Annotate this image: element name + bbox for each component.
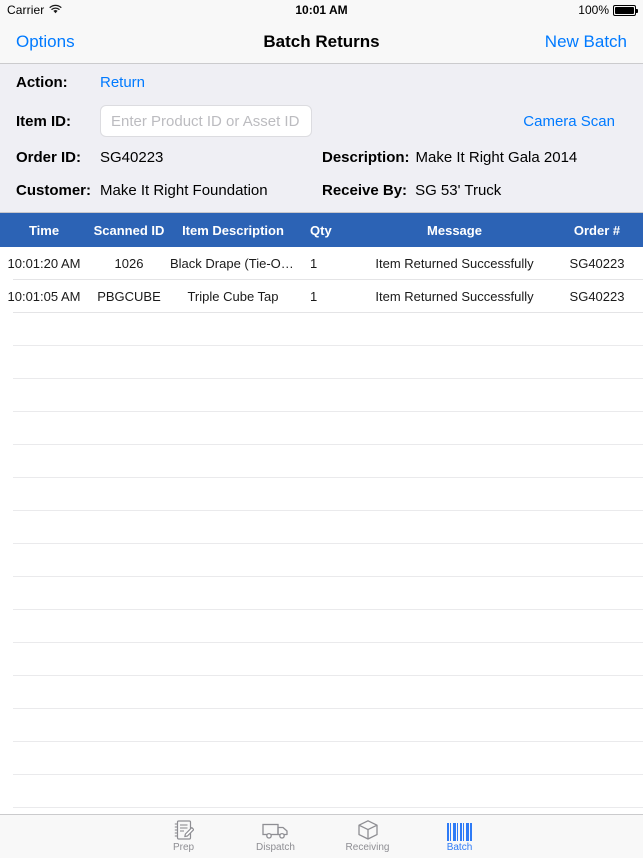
battery-full-icon xyxy=(613,4,638,16)
cell-scanned-id: PBGCUBE xyxy=(97,289,161,304)
tab-dispatch[interactable]: Dispatch xyxy=(230,815,322,858)
column-header-order[interactable]: Order # xyxy=(551,223,643,238)
status-bar-clock: 10:01 AM xyxy=(295,3,348,17)
description-value: Make It Right Gala 2014 xyxy=(415,149,578,166)
item-id-label: Item ID: xyxy=(16,112,72,130)
table-row-empty xyxy=(0,313,643,346)
column-header-item-description[interactable]: Item Description xyxy=(170,223,296,238)
table-row-empty xyxy=(0,346,643,379)
receive-by-value: SG 53' Truck xyxy=(415,182,502,199)
wifi-icon xyxy=(49,3,62,17)
table-row[interactable]: 10:01:20 AM 1026 Black Drape (Tie-On) -…… xyxy=(0,247,643,280)
new-batch-button[interactable]: New Batch xyxy=(543,28,629,56)
table-row-empty xyxy=(0,445,643,478)
tab-batch[interactable]: Batch xyxy=(414,815,506,858)
truck-icon xyxy=(261,819,290,841)
action-value-button[interactable]: Return xyxy=(100,74,145,91)
tab-label-receiving: Receiving xyxy=(345,842,390,853)
status-bar-right: 100% xyxy=(578,3,638,17)
cell-qty: 1 xyxy=(310,289,318,304)
table-row-empty xyxy=(0,478,643,511)
cell-order: SG40223 xyxy=(569,289,625,304)
description-label: Description: xyxy=(322,149,410,166)
action-row: Action: Return xyxy=(16,74,145,91)
table-row-empty xyxy=(0,412,643,445)
table-row-empty xyxy=(0,379,643,412)
column-header-scanned-id[interactable]: Scanned ID xyxy=(88,223,170,238)
column-header-message[interactable]: Message xyxy=(358,223,551,238)
order-id-value: SG40223 xyxy=(100,149,164,166)
column-header-qty[interactable]: Qty xyxy=(296,223,358,238)
options-button[interactable]: Options xyxy=(14,28,77,56)
status-bar: Carrier 10:01 AM 100% xyxy=(0,0,643,20)
cell-scanned-id: 1026 xyxy=(114,256,144,271)
tab-label-dispatch: Dispatch xyxy=(256,842,295,853)
table-row-empty xyxy=(0,544,643,577)
tab-bar: Prep Dispatch Receiving Batch xyxy=(0,814,643,858)
table-row-empty xyxy=(0,742,643,775)
table-row-empty xyxy=(0,577,643,610)
cell-order: SG40223 xyxy=(569,256,625,271)
tab-receiving[interactable]: Receiving xyxy=(322,815,414,858)
customer-row: Customer: Make It Right Foundation xyxy=(16,182,268,199)
table-row-empty xyxy=(0,511,643,544)
table-row-empty xyxy=(0,709,643,742)
cell-message: Item Returned Successfully xyxy=(375,289,534,304)
order-id-row: Order ID: SG40223 xyxy=(16,149,163,166)
cell-item-description: Triple Cube Tap xyxy=(187,289,279,304)
item-id-input[interactable] xyxy=(100,105,312,137)
carrier-label: Carrier xyxy=(7,3,45,17)
navigation-bar: Options Batch Returns New Batch xyxy=(0,20,643,64)
cell-time: 10:01:05 AM xyxy=(7,289,81,304)
tab-prep[interactable]: Prep xyxy=(138,815,230,858)
table-row-empty xyxy=(0,610,643,643)
column-header-time[interactable]: Time xyxy=(0,223,88,238)
table-row-empty xyxy=(0,676,643,709)
tab-label-prep: Prep xyxy=(172,842,195,853)
customer-value: Make It Right Foundation xyxy=(100,182,268,199)
cell-message: Item Returned Successfully xyxy=(375,256,534,271)
camera-scan-button[interactable]: Camera Scan xyxy=(523,113,615,130)
table-row-empty xyxy=(0,643,643,676)
tab-label-batch: Batch xyxy=(446,842,473,853)
tab-bar-items: Prep Dispatch Receiving Batch xyxy=(138,815,506,858)
cell-time: 10:01:20 AM xyxy=(7,256,81,271)
cell-item-description: Black Drape (Tie-On) -… xyxy=(170,256,296,271)
status-bar-left: Carrier xyxy=(7,3,62,17)
cell-qty: 1 xyxy=(310,256,318,271)
batch-form-panel: Action: Return Item ID: Camera Scan Orde… xyxy=(0,64,643,213)
receive-by-row: Receive By: SG 53' Truck xyxy=(322,182,501,199)
receive-by-label: Receive By: xyxy=(322,182,408,199)
notepad-pencil-icon xyxy=(174,819,194,841)
table-row[interactable]: 10:01:05 AM PBGCUBE Triple Cube Tap 1 It… xyxy=(0,280,643,313)
table-header-row: Time Scanned ID Item Description Qty Mes… xyxy=(0,213,643,247)
table-row-empty xyxy=(0,775,643,808)
customer-label: Customer: xyxy=(16,182,92,199)
empty-rows-container xyxy=(0,313,643,808)
app-screen: Carrier 10:01 AM 100% Options Batch Retu… xyxy=(0,0,643,858)
order-id-label: Order ID: xyxy=(16,149,82,166)
battery-percent-label: 100% xyxy=(578,3,609,17)
item-id-row: Item ID: xyxy=(16,105,312,137)
scan-results-table[interactable]: 10:01:20 AM 1026 Black Drape (Tie-On) -…… xyxy=(0,247,643,814)
camera-scan-row: Camera Scan xyxy=(523,113,615,130)
action-label: Action: xyxy=(16,74,68,91)
description-row: Description: Make It Right Gala 2014 xyxy=(322,149,577,166)
barcode-icon xyxy=(446,819,473,841)
box-icon xyxy=(357,819,379,841)
